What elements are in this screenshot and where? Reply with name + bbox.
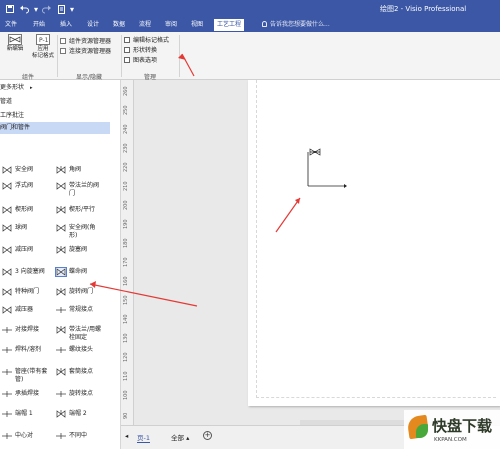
- annotation-arrowhead: [90, 281, 96, 288]
- annotation-arrows: [89, 53, 301, 307]
- site-watermark-logo: 快盘下载 KKPAN.COM: [404, 410, 500, 449]
- watermark-logo-text: 快盘下载: [432, 417, 493, 435]
- annotation-arrow-shape: [89, 283, 198, 307]
- annotation-arrow-canvas: [275, 197, 301, 233]
- visio-window: ▾ ▾ 绘图2 - Visio Professional 文件 开始 插入 设计 数据流…: [0, 0, 500, 449]
- watermark-logo-url: KKPAN.COM: [434, 437, 467, 443]
- watermark-leaf-green: [416, 424, 428, 438]
- annotation-arrowhead: [178, 54, 186, 60]
